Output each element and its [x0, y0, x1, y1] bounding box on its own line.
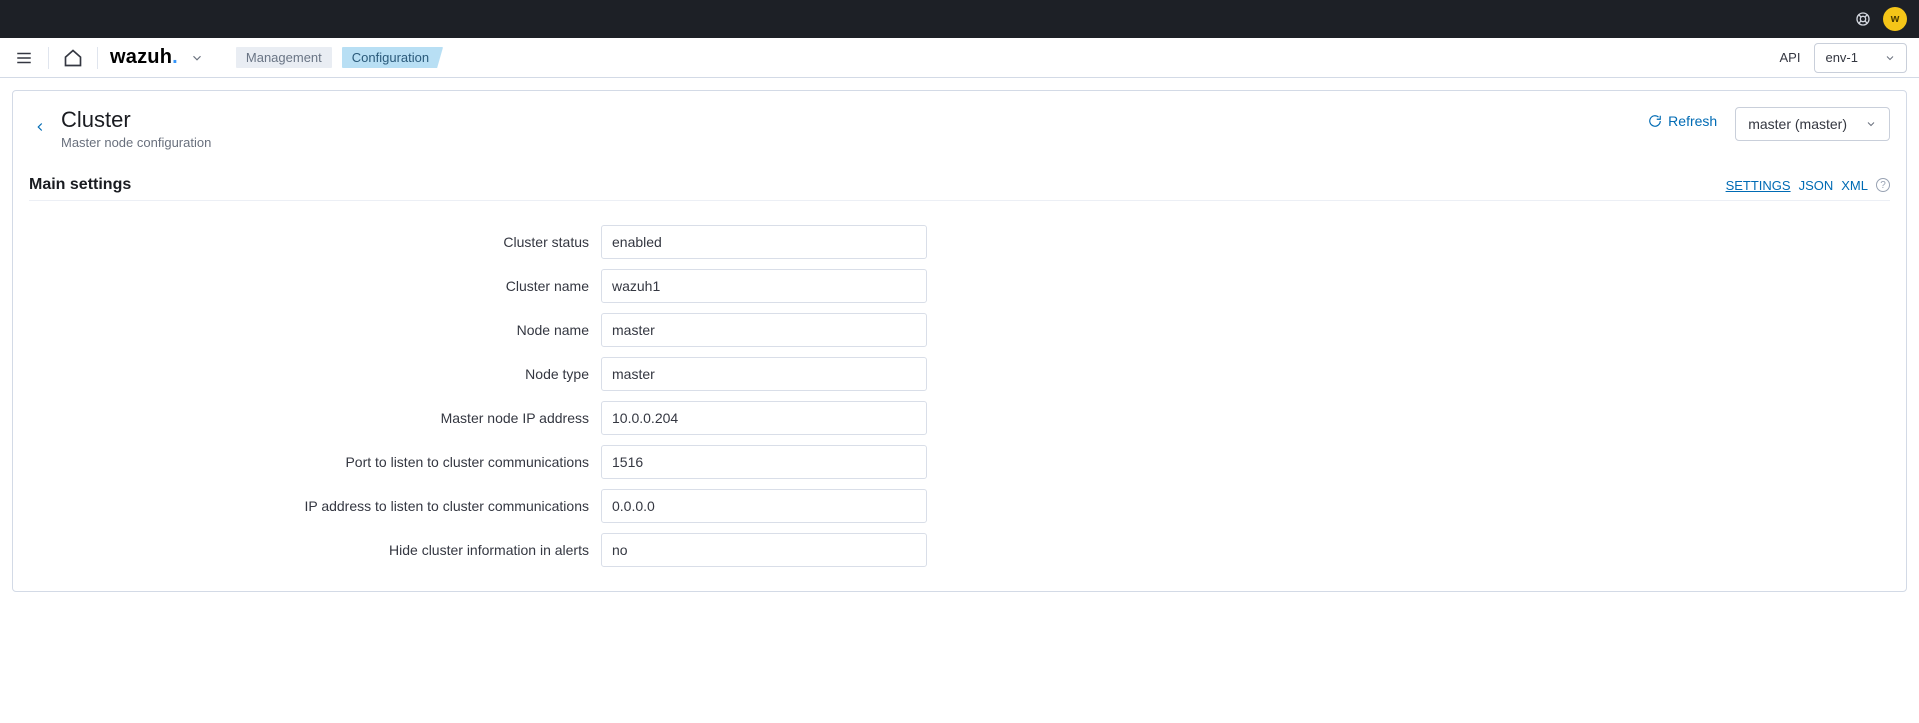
chevron-down-icon: [1884, 52, 1896, 64]
header-nav: wazuh. Management Configuration API env-…: [0, 38, 1919, 78]
row-port: Port to listen to cluster communications: [29, 445, 1890, 479]
page-subtitle: Master node configuration: [61, 135, 211, 150]
label-master-ip: Master node IP address: [29, 410, 589, 426]
label-cluster-name: Cluster name: [29, 278, 589, 294]
env-select-value: env-1: [1825, 50, 1858, 65]
refresh-icon: [1648, 114, 1662, 128]
input-port[interactable]: [601, 445, 927, 479]
input-node-type[interactable]: [601, 357, 927, 391]
node-select[interactable]: master (master): [1735, 107, 1890, 141]
row-master-ip: Master node IP address: [29, 401, 1890, 435]
view-settings-link[interactable]: SETTINGS: [1726, 178, 1791, 193]
label-node-name: Node name: [29, 322, 589, 338]
panel-header: Cluster Master node configuration Refres…: [29, 107, 1890, 150]
refresh-button[interactable]: Refresh: [1640, 107, 1725, 135]
section-header: Main settings SETTINGS JSON XML ?: [29, 176, 1890, 201]
row-cluster-status: Cluster status: [29, 225, 1890, 259]
logo[interactable]: wazuh.: [110, 46, 178, 69]
row-hide-alerts: Hide cluster information in alerts: [29, 533, 1890, 567]
env-select[interactable]: env-1: [1814, 43, 1907, 73]
api-label: API: [1780, 50, 1801, 65]
input-node-name[interactable]: [601, 313, 927, 347]
settings-form: Cluster status Cluster name Node name No…: [29, 225, 1890, 567]
input-hide-alerts[interactable]: [601, 533, 927, 567]
input-cluster-status[interactable]: [601, 225, 927, 259]
row-node-name: Node name: [29, 313, 1890, 347]
logo-dropdown-icon[interactable]: [188, 49, 206, 67]
row-cluster-name: Cluster name: [29, 269, 1890, 303]
top-bar: w: [0, 0, 1919, 38]
chevron-down-icon: [1865, 118, 1877, 130]
label-listen-ip: IP address to listen to cluster communic…: [29, 498, 589, 514]
separator: [97, 47, 98, 69]
titles: Cluster Master node configuration: [61, 107, 211, 150]
help-icon[interactable]: ?: [1876, 178, 1890, 192]
input-listen-ip[interactable]: [601, 489, 927, 523]
lifebuoy-icon[interactable]: [1855, 11, 1871, 27]
breadcrumb-configuration[interactable]: Configuration: [342, 47, 443, 68]
back-button[interactable]: [29, 111, 51, 143]
logo-dot: .: [172, 46, 178, 69]
node-select-value: master (master): [1748, 116, 1847, 132]
view-json-link[interactable]: JSON: [1799, 178, 1834, 193]
menu-icon[interactable]: [12, 46, 36, 70]
label-hide-alerts: Hide cluster information in alerts: [29, 542, 589, 558]
avatar[interactable]: w: [1883, 7, 1907, 31]
page-title: Cluster: [61, 107, 211, 133]
main-panel: Cluster Master node configuration Refres…: [12, 90, 1907, 592]
row-node-type: Node type: [29, 357, 1890, 391]
view-xml-link[interactable]: XML: [1841, 178, 1868, 193]
separator: [48, 47, 49, 69]
home-icon[interactable]: [61, 46, 85, 70]
row-listen-ip: IP address to listen to cluster communic…: [29, 489, 1890, 523]
logo-text: wazuh: [110, 46, 172, 69]
label-cluster-status: Cluster status: [29, 234, 589, 250]
section-title: Main settings: [29, 176, 131, 194]
input-master-ip[interactable]: [601, 401, 927, 435]
label-port: Port to listen to cluster communications: [29, 454, 589, 470]
input-cluster-name[interactable]: [601, 269, 927, 303]
label-node-type: Node type: [29, 366, 589, 382]
refresh-label: Refresh: [1668, 113, 1717, 129]
view-switch: SETTINGS JSON XML ?: [1726, 178, 1890, 193]
breadcrumb-management[interactable]: Management: [236, 47, 332, 68]
